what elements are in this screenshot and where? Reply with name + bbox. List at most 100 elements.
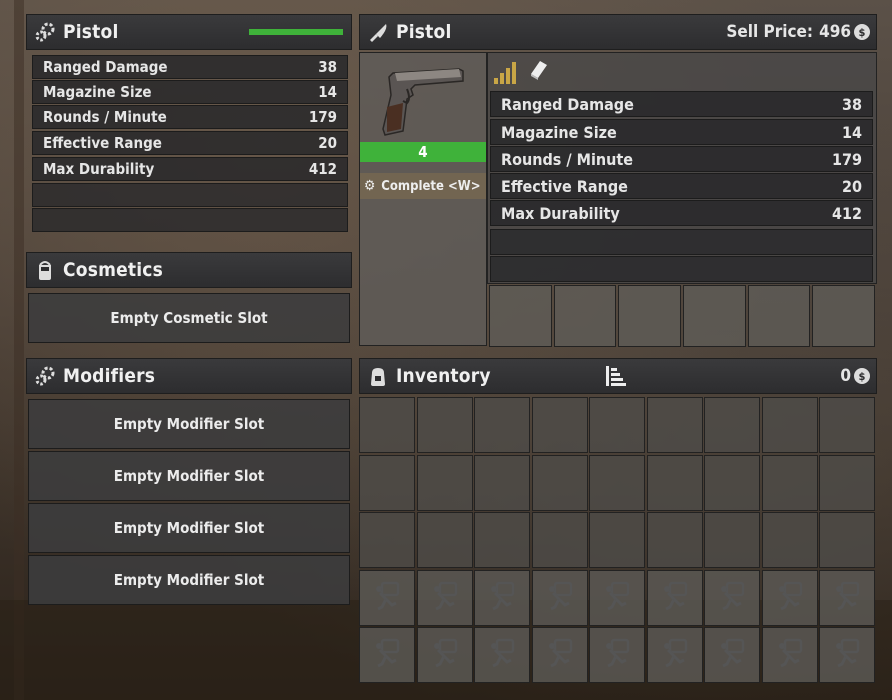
item-info-stat-row: Magazine Size 14 — [490, 119, 873, 145]
locked-inventory-slot[interactable] — [359, 569, 415, 626]
inventory-slot[interactable] — [819, 512, 875, 568]
stat-label: Rounds / Minute — [501, 149, 634, 169]
inventory-slot[interactable] — [359, 454, 415, 511]
locked-slot-icon — [715, 636, 749, 674]
inventory-slot[interactable] — [589, 454, 645, 511]
locked-inventory-slot[interactable] — [474, 627, 530, 683]
stat-row: Rounds / Minute 179 — [32, 105, 348, 129]
inventory-slot[interactable] — [474, 397, 530, 453]
inventory-slot[interactable] — [589, 397, 645, 453]
knife-icon — [366, 20, 390, 44]
locked-inventory-slot[interactable] — [761, 627, 818, 683]
cosmetics-header: Cosmetics — [26, 252, 352, 288]
attachment-slot[interactable] — [553, 285, 617, 347]
item-info-title: Pistol — [396, 21, 452, 43]
cosmetic-slot[interactable]: Empty Cosmetic Slot — [28, 293, 350, 343]
modifier-slot[interactable]: Empty Modifier Slot — [28, 451, 350, 501]
quality-bar: 4 — [360, 142, 486, 162]
locked-slot-icon — [370, 579, 404, 617]
stat-value: 179 — [308, 108, 337, 126]
stat-row: Effective Range 20 — [32, 131, 348, 155]
stat-label: Max Durability — [501, 203, 620, 223]
inventory-slot[interactable] — [761, 397, 818, 453]
inventory-slot[interactable] — [819, 454, 875, 511]
attachment-slot[interactable] — [812, 285, 876, 347]
locked-slot-icon — [485, 579, 519, 617]
stat-label: Effective Range — [43, 134, 162, 152]
attachment-slot[interactable] — [747, 285, 811, 347]
attachment-slot[interactable] — [489, 285, 552, 347]
inventory-slot[interactable] — [359, 512, 415, 568]
attachment-slot[interactable] — [618, 285, 682, 347]
complete-button[interactable]: ⚙ Complete <W> — [360, 173, 486, 199]
locked-inventory-slot[interactable] — [531, 569, 588, 626]
modifier-slot-label: Empty Modifier Slot — [113, 519, 265, 537]
stat-value: 38 — [841, 94, 862, 114]
sort-icon[interactable] — [606, 366, 626, 386]
inventory-slot[interactable] — [531, 512, 588, 568]
item-image — [364, 56, 482, 142]
modifier-slot[interactable]: Empty Modifier Slot — [28, 503, 350, 553]
inventory-slot[interactable] — [761, 512, 818, 568]
complete-label: Complete <W> — [381, 178, 481, 194]
attachment-slots — [489, 285, 876, 347]
gear-icon: ⚙ — [364, 178, 376, 194]
locked-inventory-slot[interactable] — [531, 627, 588, 683]
stat-label: Rounds / Minute — [43, 108, 167, 126]
locked-inventory-slot[interactable] — [704, 627, 760, 683]
locked-inventory-slot[interactable] — [416, 569, 473, 626]
locked-inventory-slot[interactable] — [474, 569, 530, 626]
locked-slot-icon — [428, 636, 462, 674]
item-info-stat-row-empty — [490, 229, 873, 255]
inventory-slot[interactable] — [531, 454, 588, 511]
inventory-slot[interactable] — [531, 397, 588, 453]
locked-slot-icon — [658, 579, 692, 617]
inventory-slot[interactable] — [359, 397, 415, 453]
backpack-icon — [366, 364, 390, 388]
locked-slot-icon — [830, 636, 864, 674]
locked-inventory-slot[interactable] — [416, 627, 473, 683]
locked-inventory-slot[interactable] — [589, 569, 645, 626]
inventory-slot[interactable] — [646, 397, 703, 453]
locked-inventory-slot[interactable] — [819, 627, 875, 683]
inventory-slot[interactable] — [416, 512, 473, 568]
inventory-slot[interactable] — [761, 454, 818, 511]
inventory-slot[interactable] — [646, 454, 703, 511]
inventory-slot[interactable] — [704, 454, 760, 511]
sell-price-label: Sell Price: — [726, 22, 814, 42]
modifier-slot-label: Empty Modifier Slot — [113, 415, 265, 433]
inventory-slot[interactable] — [416, 397, 473, 453]
inventory-slot[interactable] — [474, 454, 530, 511]
locked-inventory-slot[interactable] — [761, 569, 818, 626]
inventory-header: Inventory 0 $ — [359, 358, 877, 394]
coins-display: 0 $ — [840, 366, 870, 386]
inventory-slot[interactable] — [646, 512, 703, 568]
stat-label: Max Durability — [43, 160, 155, 178]
signal-bars-icon — [494, 60, 516, 84]
modifiers-title: Modifiers — [63, 365, 156, 387]
cosmetic-slot-label: Empty Cosmetic Slot — [110, 309, 268, 327]
locked-inventory-slot[interactable] — [819, 569, 875, 626]
stat-value: 20 — [841, 176, 862, 196]
inventory-slot[interactable] — [704, 512, 760, 568]
item-info-stat-row: Rounds / Minute 179 — [490, 146, 873, 172]
stat-label: Ranged Damage — [43, 58, 168, 76]
attachment-slot[interactable] — [683, 285, 746, 347]
stat-row: Max Durability 412 — [32, 157, 348, 181]
item-info-stat-row: Max Durability 412 — [490, 200, 873, 226]
modifier-slot[interactable]: Empty Modifier Slot — [28, 555, 350, 605]
inventory-slot[interactable] — [704, 397, 760, 453]
inventory-slot[interactable] — [589, 512, 645, 568]
modifier-slot[interactable]: Empty Modifier Slot — [28, 399, 350, 449]
locked-inventory-slot[interactable] — [359, 627, 415, 683]
inventory-slot[interactable] — [474, 512, 530, 568]
inventory-slot[interactable] — [819, 397, 875, 453]
coin-icon: $ — [854, 368, 870, 384]
locked-inventory-slot[interactable] — [589, 627, 645, 683]
coin-icon: $ — [854, 24, 870, 40]
item-stats-title: Pistol — [63, 21, 119, 43]
inventory-slot[interactable] — [416, 454, 473, 511]
locked-inventory-slot[interactable] — [646, 627, 703, 683]
locked-inventory-slot[interactable] — [646, 569, 703, 626]
locked-inventory-slot[interactable] — [704, 569, 760, 626]
